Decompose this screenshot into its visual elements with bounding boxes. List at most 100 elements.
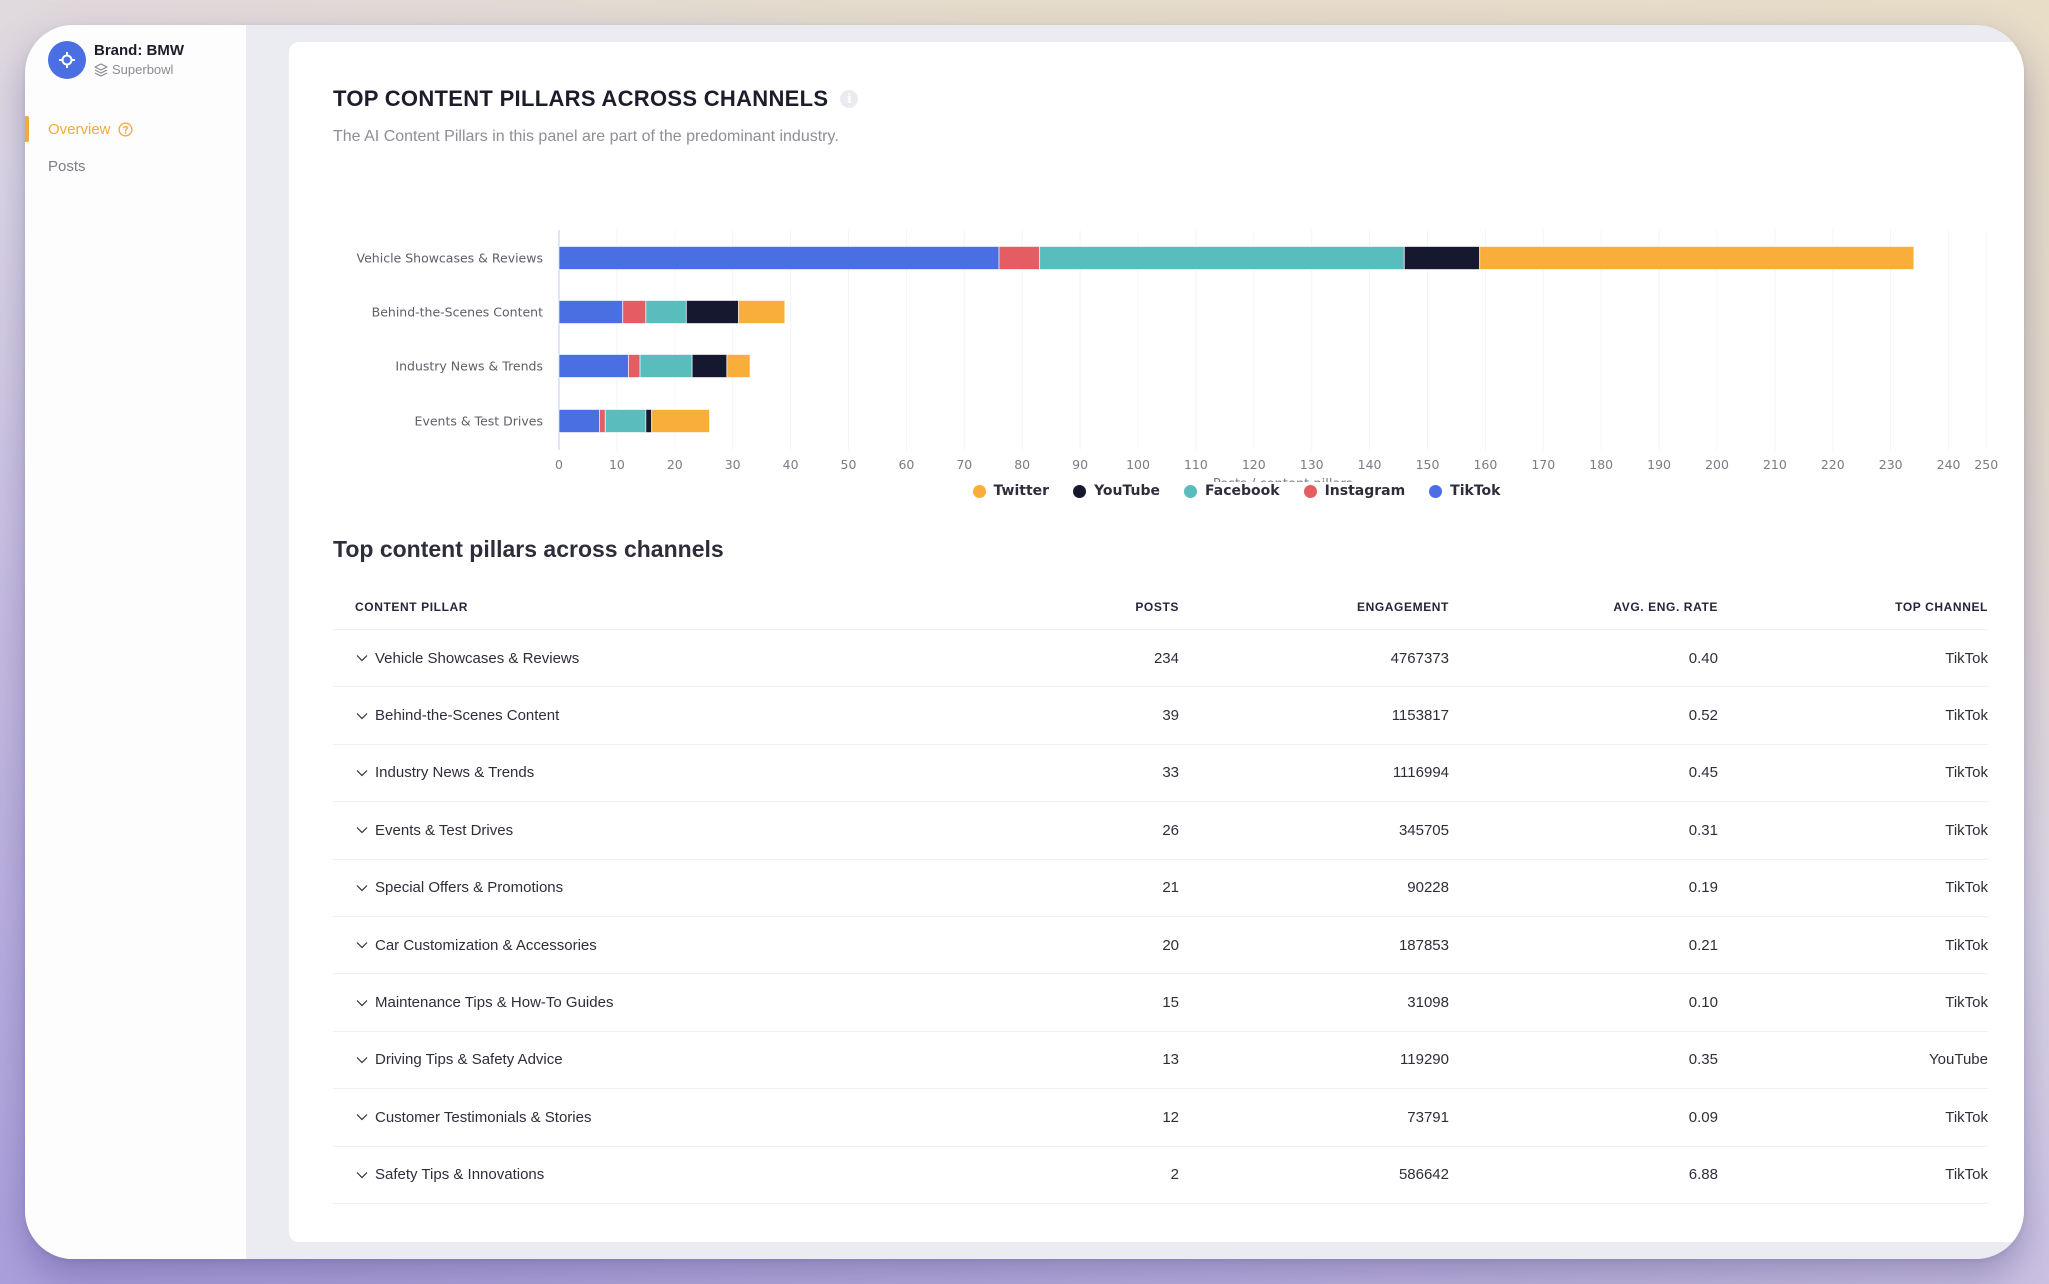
bar-segment-twitter[interactable] <box>737 300 786 324</box>
cell-engagement: 187853 <box>1398 936 1449 954</box>
cell-top-channel: TikTok <box>1945 936 1988 954</box>
table-row[interactable]: Special Offers & Promotions 21 90228 0.19 Ti… <box>333 860 1988 917</box>
bar-segment-twitter[interactable] <box>726 354 751 378</box>
table-row[interactable]: Events & Test Drives 26 345705 0.31 TikTok <box>333 802 1988 860</box>
bar-segment-instagram[interactable] <box>599 409 606 433</box>
brand-avatar <box>48 41 86 79</box>
bar-segment-facebook[interactable] <box>1039 246 1405 270</box>
pillar-name: Vehicle Showcases & Reviews <box>375 649 580 667</box>
chart-legend: Twitter YouTube Facebook Instagram TikTok <box>289 483 2024 499</box>
cell-posts: 26 <box>1162 821 1179 839</box>
chevron-down-icon[interactable] <box>355 996 369 1010</box>
cell-avg-eng-rate: 0.19 <box>1688 879 1718 897</box>
table-row[interactable]: Industry News & Trends 33 1116994 0.45 TikTo… <box>333 745 1988 803</box>
legend-dot-icon <box>1073 484 1087 498</box>
chevron-down-icon[interactable] <box>355 709 369 723</box>
legend-item-instagram[interactable]: Instagram <box>1303 483 1405 499</box>
header-avg-eng-rate[interactable]: AVG. ENG. RATE <box>1449 600 1718 614</box>
x-tick-label: 190 <box>1647 457 1671 472</box>
bar-segment-twitter[interactable] <box>1479 246 1915 270</box>
sidebar-item-overview[interactable]: Overview <box>25 111 246 148</box>
table-row[interactable]: Driving Tips & Safety Advice 13 119290 0.35… <box>333 1032 1988 1090</box>
x-tick-label: 80 <box>1014 457 1030 472</box>
legend-item-youtube[interactable]: YouTube <box>1073 483 1160 499</box>
bar-segment-youtube[interactable] <box>691 354 728 378</box>
header-posts[interactable]: POSTS <box>1065 600 1179 614</box>
x-tick-label: 100 <box>1126 457 1150 472</box>
legend-item-twitter[interactable]: Twitter <box>972 483 1049 499</box>
legend-label: TikTok <box>1450 483 1501 499</box>
header-engagement[interactable]: ENGAGEMENT <box>1179 600 1449 614</box>
legend-item-tiktok[interactable]: TikTok <box>1429 483 1500 499</box>
x-tick-label: 120 <box>1242 457 1266 472</box>
x-tick-label: 10 <box>609 457 625 472</box>
chart-x-ticks: 0 10 20 30 40 50 60 70 80 90 100 110 120 130 140 150 160… <box>555 457 1998 472</box>
pillar-name: Special Offers & Promotions <box>375 879 564 897</box>
legend-item-facebook[interactable]: Facebook <box>1184 483 1280 499</box>
cell-avg-eng-rate: 0.45 <box>1688 764 1718 782</box>
cell-content-pillar: Driving Tips & Safety Advice <box>333 1051 1065 1068</box>
bar-segment-facebook[interactable] <box>639 354 693 378</box>
cell-top-channel: TikTok <box>1945 707 1988 725</box>
bar-segment-instagram[interactable] <box>998 246 1041 270</box>
cell-engagement: 119290 <box>1400 1051 1449 1069</box>
chevron-down-icon[interactable] <box>355 1053 369 1067</box>
campaign-label: Superbowl <box>112 62 174 77</box>
table-row[interactable]: Customer Testimonials & Stories 12 73791 0.… <box>333 1089 1988 1147</box>
bar-segment-facebook[interactable] <box>645 300 687 324</box>
table-row[interactable]: Maintenance Tips & How-To Guides 15 31098 0… <box>333 974 1988 1032</box>
cell-avg-eng-rate: 0.35 <box>1688 1051 1718 1069</box>
x-tick-label: 160 <box>1473 457 1497 472</box>
cell-posts: 33 <box>1162 764 1179 782</box>
bar-segment-facebook[interactable] <box>604 409 647 433</box>
cell-content-pillar: Vehicle Showcases & Reviews <box>333 650 1065 667</box>
table-body: Vehicle Showcases & Reviews 234 4767373 0.4… <box>333 630 1988 1204</box>
legend-dot-icon <box>1303 484 1317 498</box>
chevron-down-icon[interactable] <box>355 766 369 780</box>
chevron-down-icon[interactable] <box>355 651 369 665</box>
pillar-name: Safety Tips & Innovations <box>375 1166 545 1184</box>
bar-segment-tiktok[interactable] <box>558 354 629 378</box>
bar-segment-twitter[interactable] <box>651 409 711 433</box>
cell-top-channel: TikTok <box>1945 1108 1988 1126</box>
sidebar-item-posts[interactable]: Posts <box>25 148 246 185</box>
bar-segment-youtube[interactable] <box>645 409 653 433</box>
x-tick-label: 200 <box>1705 457 1729 472</box>
table-header: CONTENT PILLAR POSTS ENGAGEMENT AVG. ENG… <box>333 584 1988 630</box>
stacked-bar-chart: Vehicle Showcases & Reviews Behind-the-Sc… <box>289 42 2024 522</box>
pillar-name: Driving Tips & Safety Advice <box>375 1051 563 1069</box>
crosshair-icon <box>59 52 75 68</box>
bar-segment-tiktok[interactable] <box>558 409 601 433</box>
brand-header[interactable]: Brand: BMW Superbowl <box>48 41 184 79</box>
bar-segment-tiktok[interactable] <box>558 300 624 324</box>
cell-engagement: 1153817 <box>1391 707 1449 725</box>
chevron-down-icon[interactable] <box>355 881 369 895</box>
chevron-down-icon[interactable] <box>355 938 369 952</box>
cell-posts: 15 <box>1162 994 1179 1012</box>
bar-segment-youtube[interactable] <box>685 300 739 324</box>
cell-top-channel: TikTok <box>1945 764 1988 782</box>
chevron-down-icon[interactable] <box>355 1168 369 1182</box>
bar-segment-instagram[interactable] <box>622 300 647 324</box>
category-label: Events & Test Drives <box>415 414 543 429</box>
cell-posts: 12 <box>1162 1108 1179 1126</box>
chevron-down-icon[interactable] <box>355 1110 369 1124</box>
chevron-down-icon[interactable] <box>355 823 369 837</box>
help-circle-icon[interactable] <box>117 122 133 137</box>
header-content-pillar[interactable]: CONTENT PILLAR <box>333 600 1065 614</box>
table-row[interactable]: Vehicle Showcases & Reviews 234 4767373 0.4… <box>333 630 1988 688</box>
cell-top-channel: TikTok <box>1945 879 1988 897</box>
table-row[interactable]: Car Customization & Accessories 20 187853 0… <box>333 917 1988 975</box>
table-row[interactable]: Behind-the-Scenes Content 39 1153817 0.52 Ti… <box>333 687 1988 745</box>
bar-segment-tiktok[interactable] <box>558 246 1000 270</box>
bar-segment-instagram[interactable] <box>627 354 641 378</box>
table-title: Top content pillars across channels <box>333 536 724 562</box>
bar-segment-youtube[interactable] <box>1403 246 1481 270</box>
cell-avg-eng-rate: 0.10 <box>1688 994 1718 1012</box>
cell-content-pillar: Special Offers & Promotions <box>333 879 1065 896</box>
table-row[interactable]: Safety Tips & Innovations 2 586642 6.88 TikT… <box>333 1147 1988 1204</box>
chart-category-labels: Vehicle Showcases & Reviews Behind-the-Sc… <box>357 251 544 429</box>
pillar-name: Car Customization & Accessories <box>375 936 597 954</box>
pillar-name: Customer Testimonials & Stories <box>375 1108 592 1126</box>
header-top-channel[interactable]: TOP CHANNEL <box>1718 600 1988 614</box>
